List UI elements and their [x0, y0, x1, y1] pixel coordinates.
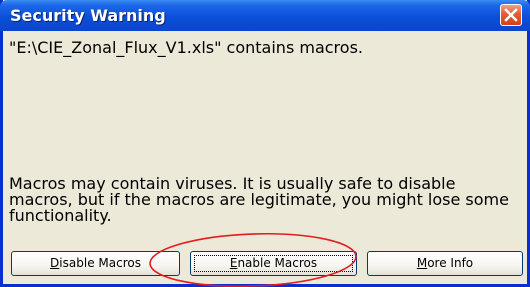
disable-label: isable Macros: [59, 256, 141, 270]
more-info-label: ore Info: [427, 256, 474, 270]
file-contains-macros-text: "E:\CIE_Zonal_Flux_V1.xls" contains macr…: [9, 38, 363, 57]
dialog-title: Security Warning: [10, 6, 166, 25]
disable-mnemonic: D: [50, 256, 60, 270]
focus-rectangle: [194, 255, 353, 272]
dialog-body: [3, 31, 527, 284]
close-button[interactable]: [500, 4, 522, 26]
more-info-mnemonic: M: [416, 256, 428, 270]
title-bar[interactable]: Security Warning: [0, 0, 530, 31]
close-icon: [504, 8, 518, 22]
enable-macros-button[interactable]: Enable Macros: [190, 251, 357, 276]
more-info-button[interactable]: More Info: [367, 251, 523, 276]
macro-virus-warning-text: Macros may contain viruses. It is usuall…: [9, 174, 509, 225]
disable-macros-button[interactable]: Disable Macros: [11, 251, 180, 276]
